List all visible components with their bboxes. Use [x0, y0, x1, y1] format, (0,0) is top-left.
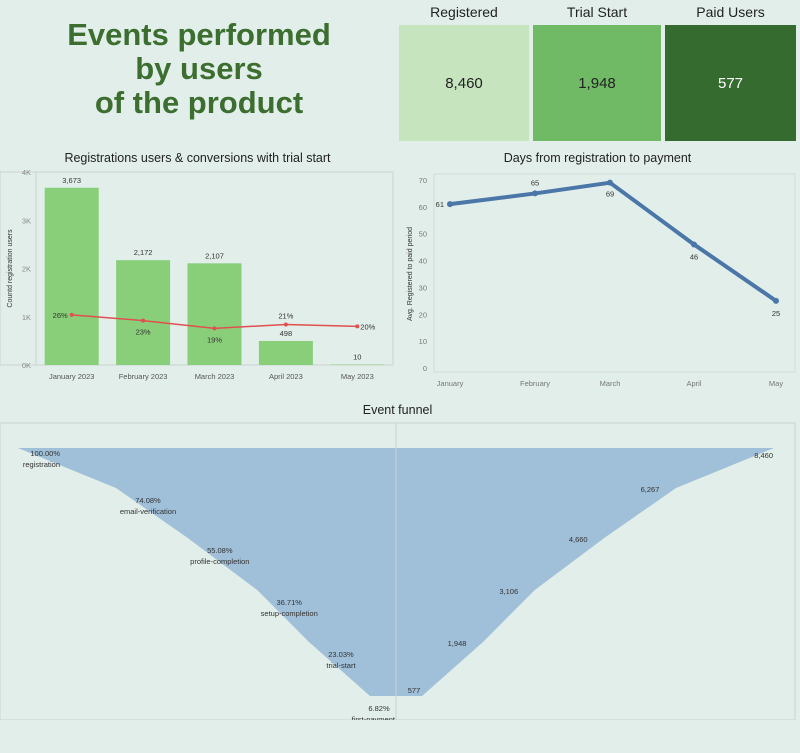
conversion-point [283, 322, 288, 327]
days-value-label: 65 [531, 178, 539, 187]
conversion-point [141, 318, 146, 323]
days-value-label: 69 [606, 190, 614, 199]
y-tick-label: 0K [22, 361, 31, 370]
funnel-count-label: 3,106 [499, 587, 518, 596]
conversion-label: 21% [278, 311, 293, 320]
funnel-percent-label: 100.00% [30, 449, 60, 458]
funnel-count-label: 1,948 [448, 639, 467, 648]
kpi-trial-start-value: 1,948 [578, 74, 616, 92]
funnel-stage-label: trial-start [326, 661, 356, 670]
funnel-count-label: 4,660 [569, 535, 588, 544]
days-point [773, 297, 779, 304]
funnel-percent-label: 6.82% [368, 704, 390, 713]
x-tick-label: February 2023 [119, 372, 168, 381]
event-funnel-chart: 100.00% registration 8,460 74.08% email-veri… [0, 422, 796, 720]
funnel-percent-label: 23.03% [328, 650, 354, 659]
days-line [448, 180, 778, 303]
funnel-stage-label: profile-completion [190, 557, 249, 566]
conversion-point [212, 326, 217, 331]
bar-value-label: 2,172 [134, 248, 153, 257]
y-axis-title: Countd registration users [7, 229, 14, 308]
bar-value-label: 3,673 [62, 176, 81, 185]
x-tick-label: May 2023 [341, 372, 374, 381]
kpi-paid-users-label: Paid Users [696, 4, 765, 20]
kpi-paid-users-tile: 577 [665, 25, 796, 141]
funnel-stage-label: setup-completion [261, 609, 318, 618]
kpi-paid-users-value: 577 [717, 74, 744, 92]
registrations-chart-title: Registrations users & conversions with t… [64, 151, 331, 165]
conversion-label: 19% [207, 335, 222, 344]
days-point [532, 190, 538, 197]
x-tick-label: February [520, 379, 550, 388]
kpi-trial-start-tile: 1,948 [533, 25, 661, 141]
bar [187, 263, 242, 365]
x-tick-label: May [769, 379, 783, 388]
dashboard-title: Events performed by users of the product [40, 18, 358, 120]
days-point [691, 241, 697, 248]
line-chart-frame [433, 173, 796, 373]
kpi-trial-start-label: Trial Start [566, 4, 628, 20]
funnel-chart-title: Event funnel [362, 403, 433, 417]
y-tick-label: 10 [419, 337, 427, 346]
funnel-stage-label: email-verification [120, 507, 176, 516]
funnel-percent-label: 74.08% [135, 496, 161, 505]
registrations-bar-chart: 0K 1K 2K 3K 4K Countd registration users 3,673… [0, 168, 394, 381]
conversion-label: 20% [360, 322, 375, 331]
bar [44, 187, 99, 365]
funnel-percent-label: 55.08% [207, 546, 233, 555]
bar [258, 340, 313, 365]
x-tick-label: March 2023 [195, 372, 235, 381]
x-tick-label: April [686, 379, 701, 388]
kpi-registered-tile: 8,460 [399, 25, 529, 141]
y-tick-label: 70 [419, 176, 427, 185]
x-tick-label: January [437, 379, 464, 388]
y-axis-title: Avg. Registered to paid period [407, 227, 414, 321]
funnel-count-label: 6,267 [641, 485, 660, 494]
y-tick-label: 4K [22, 168, 31, 177]
days-line-chart: 0 10 20 30 40 50 60 70 Avg. Registered to paid p… [407, 173, 796, 388]
title-line-1: Events performed [67, 17, 331, 52]
conversion-point [355, 324, 360, 329]
y-tick-label: 40 [419, 257, 427, 266]
title-line-2: by users [135, 51, 263, 86]
x-tick-label: April 2023 [269, 372, 303, 381]
y-tick-label: 50 [419, 230, 427, 239]
days-chart-title: Days from registration to payment [503, 151, 692, 165]
funnel-stage-label: first-payment [352, 715, 396, 720]
days-point [447, 201, 453, 208]
y-tick-label: 30 [419, 283, 427, 292]
y-tick-label: 2K [22, 265, 31, 274]
funnel-count-label: 577 [408, 686, 421, 695]
y-tick-label: 0 [423, 364, 427, 373]
funnel-percent-label: 36.71% [277, 598, 303, 607]
y-tick-label: 3K [22, 216, 31, 225]
kpi-registered-value: 8,460 [445, 74, 483, 92]
x-tick-label: January 2023 [49, 372, 94, 381]
y-tick-label: 1K [22, 313, 31, 322]
x-tick-label: March [600, 379, 621, 388]
days-point [607, 179, 613, 186]
kpi-registered-label: Registered [430, 4, 498, 20]
conversion-point [69, 312, 74, 317]
bar-value-label: 498 [280, 329, 293, 338]
y-tick-label: 20 [419, 310, 427, 319]
conversion-label: 26% [53, 311, 68, 320]
funnel-count-label: 8,460 [754, 451, 773, 460]
funnel-stage-label: registration [23, 460, 60, 469]
y-tick-label: 60 [419, 203, 427, 212]
days-value-label: 61 [436, 200, 444, 209]
days-value-label: 46 [690, 252, 698, 261]
conversion-label: 23% [136, 328, 151, 337]
bar-value-label: 2,107 [205, 251, 224, 260]
title-line-3: of the product [94, 85, 304, 120]
bar-value-label: 10 [353, 353, 361, 362]
bar [116, 260, 171, 365]
days-value-label: 25 [772, 309, 780, 318]
